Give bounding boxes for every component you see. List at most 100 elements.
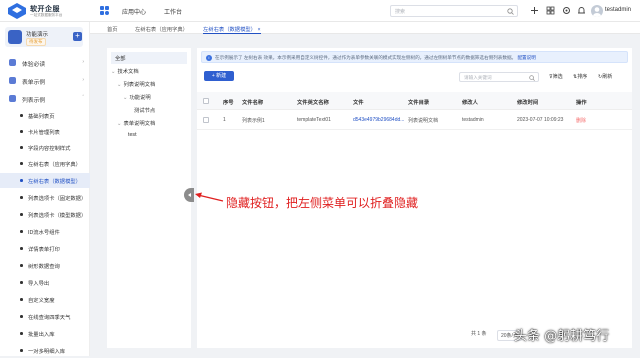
sidebar-group-guide[interactable]: 体验必读 › [0,56,90,70]
table-search-input[interactable]: 请输入关键词 [459,72,539,82]
apps-grid-icon[interactable] [100,6,109,15]
tree-node[interactable]: ⌄ 表单说明文档 [117,119,155,127]
user-name[interactable]: testadmin [605,7,631,13]
topnav-app-center[interactable]: 应用中心 [122,7,146,16]
notice-config-link[interactable]: 配置说明 [517,55,535,60]
tree-node[interactable]: ⌄ 功能说明 [123,93,151,101]
bullet-icon [20,230,23,233]
tree-node[interactable]: ⌄ 技术文档 [111,67,139,75]
sidebar-item[interactable]: 批量出入库 [0,326,90,341]
tab-tree-dict[interactable]: 左树右表（应用字典） [135,22,188,34]
layout-grid-icon[interactable] [546,6,555,15]
sidebar-collapse-button[interactable] [184,188,194,202]
filter-button[interactable]: ⊽筛选 [549,73,563,80]
bullet-icon [20,213,23,216]
tab-label: 左树右表（数据模型） [203,27,256,33]
sidebar-item[interactable]: 字段内容控制样式 [0,140,90,155]
watermark-text: 头条 @躬耕笃行 [514,329,610,344]
sort-label: 排序 [577,74,588,80]
tree-node[interactable]: 测试节点 [134,106,155,114]
column-header: 修改时间 [517,100,539,106]
sidebar-item[interactable]: 详情表单打印 [0,241,90,256]
sort-button[interactable]: ⇅排序 [573,73,587,80]
tree-node-label: 表单说明文档 [123,121,156,127]
column-header: 文件目录 [408,100,430,106]
topnav-workbench[interactable]: 工作台 [164,7,182,16]
bullet-icon [20,162,23,165]
sidebar-item[interactable]: 基础列表页 [0,108,90,123]
guide-icon [9,59,16,66]
sidebar-item-label: 左树右表（应用字典） [28,162,81,168]
form-icon [9,77,16,84]
cell-name: 列表示例1 [242,118,265,124]
column-header: 文件名称 [242,100,264,106]
chevron-up-icon: ˆ [82,95,84,101]
annotation-arrow-icon [195,192,224,202]
row-checkbox[interactable] [203,117,209,123]
table-header: 序号 文件名称 文件英文名称 文件 文件目录 修改人 修改时间 操作 [197,92,632,110]
sidebar-item-active[interactable]: 左树右表（数据模型） [0,173,90,188]
select-all-checkbox[interactable] [203,98,209,104]
caret-down-icon: ⌄ [111,69,116,75]
bullet-icon [20,332,23,335]
settings-gear-icon[interactable] [562,6,571,15]
sidebar-item[interactable]: ID流水号组件 [0,224,90,239]
sidebar-item[interactable]: 列表选项卡（模型数据） [0,207,90,222]
project-card[interactable]: 功能演示 待发布 + [5,27,83,47]
sidebar-group-forms[interactable]: 表单示例 › [0,74,90,88]
bullet-icon [20,298,23,301]
global-search-input[interactable]: 搜索 [390,5,518,17]
tab-home[interactable]: 首页 [107,22,118,34]
sidebar-item-label: 一对多明细入库 [28,349,66,355]
sidebar-item[interactable]: 左树右表（应用字典） [0,156,90,171]
sidebar: 功能演示 待发布 + 体验必读 › 表单示例 › 列表示例 ˆ 基础列表页 卡片… [0,22,90,356]
pager-total: 共 1 条 [471,331,487,337]
top-bar: 软开企服 一站式数据服务平台 应用中心 工作台 搜索 testadmin [0,0,640,22]
close-icon[interactable]: × [257,27,260,33]
notification-bell-icon[interactable] [577,6,586,15]
list-icon [9,95,16,102]
sidebar-item-label: 导入导出 [28,281,50,287]
project-add-button[interactable]: + [73,32,82,41]
tab-tree-model[interactable]: 左树右表（数据模型） × [203,22,261,34]
sidebar-item-label: 详情表单打印 [28,247,60,253]
add-icon[interactable] [530,6,539,15]
sidebar-item[interactable]: 卡片管理列表 [0,124,90,139]
watermark: 头条 @躬耕笃行 [514,325,609,344]
sidebar-item[interactable]: 树形数据查询 [0,258,90,273]
bullet-icon [20,315,23,318]
sidebar-item[interactable]: 列表选项卡（固定数据） [0,190,90,205]
sidebar-item[interactable]: 导入导出 [0,275,90,290]
sidebar-item[interactable]: 自定义宽度 [0,292,90,307]
cell-file-link[interactable]: d543e4979b29684dd... [353,117,404,123]
sidebar-item-label: 字段内容控制样式 [28,146,71,152]
sidebar-group-label: 体验必读 [22,62,46,68]
project-status-badge: 待发布 [26,38,46,46]
chevron-right-icon: › [82,77,84,83]
user-avatar[interactable] [591,5,603,17]
tree-node[interactable]: test [128,132,137,138]
bullet-icon [20,114,23,117]
column-header: 文件英文名称 [297,100,329,106]
caret-down-icon: ⌄ [123,95,128,101]
new-button[interactable]: + 新建 [204,71,234,81]
sidebar-item-label: 左树右表（数据模型） [28,179,81,185]
sidebar-item[interactable]: 在线查询四季天气 [0,309,90,324]
bullet-icon [20,349,23,352]
refresh-button[interactable]: ↻刷新 [598,73,612,80]
tree-node-all[interactable]: 全部 [111,52,187,64]
project-name: 功能演示 [26,32,49,38]
cell-dir: 列表说明文档 [408,118,439,124]
notice-text: 在示例展示了 左树右表 效果。本示例采用自定义树控件，通过作为表单参数关联的模式… [215,55,536,61]
cell-editor: testadmin [462,117,484,123]
notice-body: 在示例展示了 左树右表 效果。本示例采用自定义树控件，通过作为表单参数关联的模式… [215,55,517,60]
tree-node[interactable]: ⌄ 列表说明文档 [117,80,155,88]
chevron-right-icon: › [82,59,84,65]
table-row[interactable]: 1 列表示例1 templateText01 d543e4979b29684dd… [197,110,632,130]
search-icon [529,74,535,81]
sidebar-group-lists[interactable]: 列表示例 ˆ [0,92,90,106]
caret-down-icon: ⌄ [117,82,122,88]
filter-label: 筛选 [552,74,563,80]
sidebar-group-label: 表单示例 [22,80,46,86]
delete-link[interactable]: 删除 [576,117,586,124]
